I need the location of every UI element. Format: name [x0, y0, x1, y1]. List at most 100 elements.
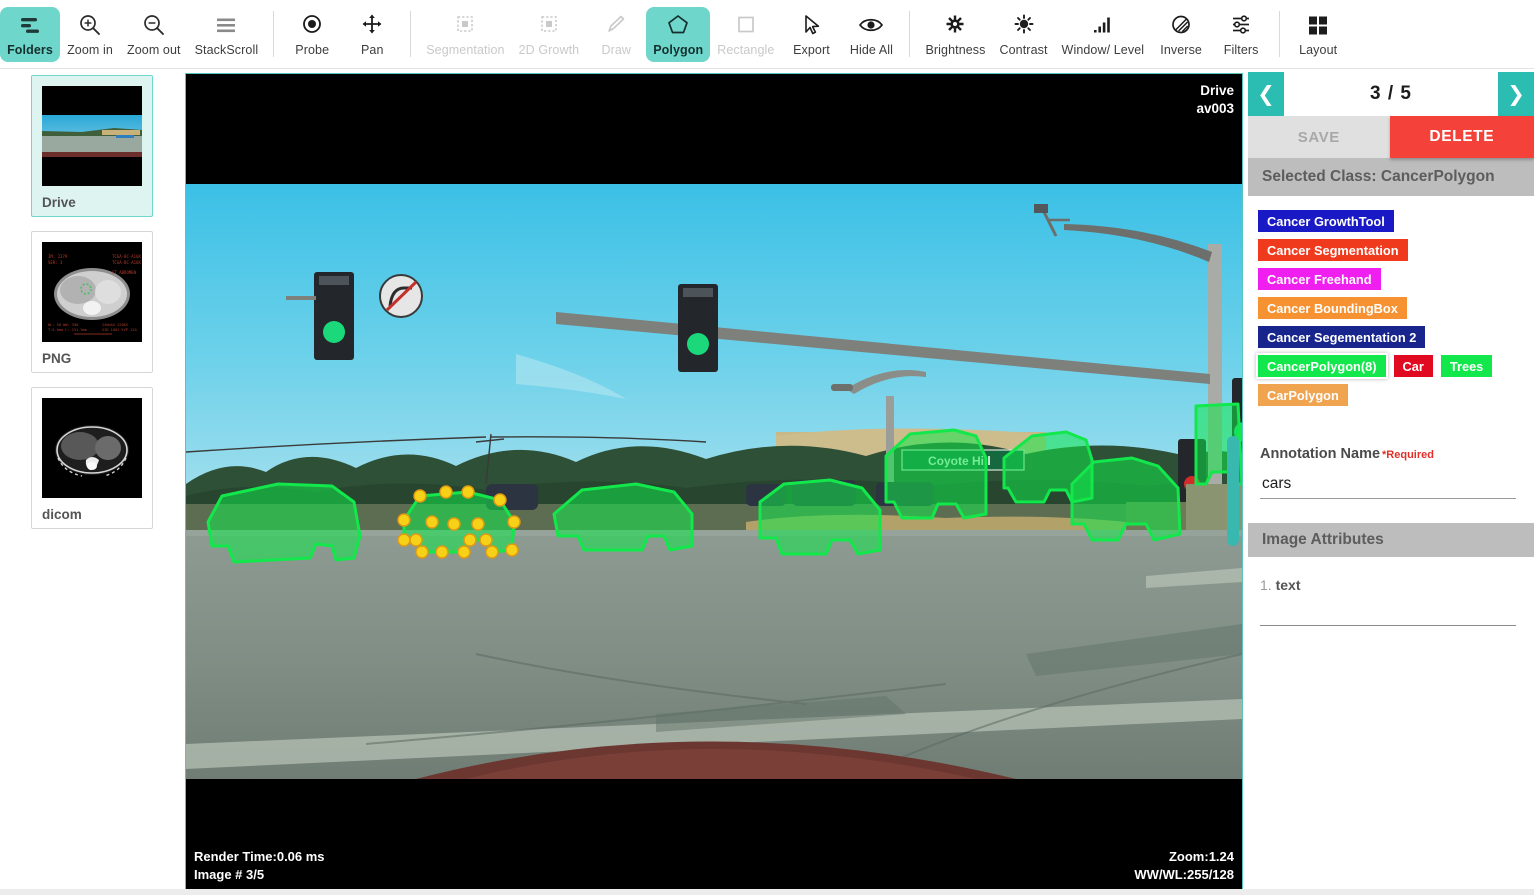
toolbar-separator	[1279, 11, 1281, 57]
layout-grid-icon	[1304, 12, 1332, 38]
stack-scroll-icon	[213, 12, 239, 38]
growth-2d-icon	[536, 12, 562, 38]
toolbar-separator	[410, 11, 412, 57]
svg-text:TCGA-BC-A10X: TCGA-BC-A10X	[112, 260, 141, 265]
folder-label: Drive	[42, 195, 76, 210]
tool-hide-all[interactable]: Hide All	[841, 7, 901, 62]
tool-probe[interactable]: Probe	[282, 7, 342, 62]
tool-brightness[interactable]: Brightness	[918, 7, 992, 62]
contrast-icon	[1011, 12, 1037, 38]
toolbar-group-annotate: Segmentation 2D Growth Draw Polygon Rect…	[419, 0, 901, 69]
tool-rectangle[interactable]: Rectangle	[710, 7, 781, 62]
filters-sliders-icon	[1228, 12, 1254, 38]
tool-label: 2D Growth	[518, 42, 580, 57]
class-chip-cancerpolygon[interactable]: CancerPolygon(8)	[1256, 353, 1388, 379]
window-level-icon	[1089, 12, 1117, 38]
delete-button[interactable]: DELETE	[1389, 116, 1534, 158]
class-chip-car[interactable]: Car	[1393, 355, 1433, 377]
window-level-text: WW/WL:255/128	[1134, 867, 1234, 882]
svg-text:CT ABDOMEN: CT ABDOMEN	[112, 270, 137, 275]
toolbar-group-layout: Layout	[1288, 0, 1348, 69]
svg-text:WL: 50 WW: 350: WL: 50 WW: 350	[48, 323, 78, 327]
tool-folders[interactable]: Folders	[0, 6, 60, 62]
tool-stackscroll[interactable]: StackScroll	[188, 7, 266, 62]
tool-label: Inverse	[1160, 42, 1202, 57]
class-chip-trees[interactable]: Trees	[1440, 355, 1493, 377]
class-chip-row: Cancer Segmentation	[1258, 239, 1524, 261]
viewport-overlay-label: Drive av003	[1196, 82, 1234, 118]
zoom-level-text: Zoom:1.24	[1168, 849, 1234, 864]
tool-2d-growth[interactable]: 2D Growth	[512, 7, 587, 62]
class-chip-row: Cancer Freehand	[1258, 268, 1524, 290]
tool-export[interactable]: Export	[781, 7, 841, 62]
tool-label: Probe	[295, 42, 330, 57]
class-chip-row: CarPolygon	[1258, 384, 1524, 406]
folder-card-dicom[interactable]: dicom	[31, 387, 153, 529]
toolbar-group-image: Brightness Contrast Window/ Level Invers…	[918, 0, 1271, 69]
class-chip-cancer-freehand[interactable]: Cancer Freehand	[1258, 268, 1381, 290]
svg-text:T:5.0mm L:-151.5mm: T:5.0mm L:-151.5mm	[48, 328, 87, 332]
folders-icon	[17, 12, 43, 38]
render-time-text: Render Time:0.06 ms	[194, 849, 325, 864]
tool-filters[interactable]: Filters	[1211, 7, 1271, 62]
tool-zoom-out[interactable]: Zoom out	[120, 7, 188, 62]
required-marker: *Required	[1382, 449, 1434, 461]
next-image-button[interactable]: ❯	[1498, 72, 1534, 116]
segmentation-icon	[452, 12, 478, 38]
tool-label: Brightness	[925, 42, 986, 57]
folder-thumbnail-png: IM: 2379 TCGA-BC-A10X SER: 3 TCGA-BC-A10X …	[42, 242, 142, 342]
class-chip-cancer-boundingbox[interactable]: Cancer BoundingBox	[1258, 297, 1407, 319]
image-attributes-header: Image Attributes	[1248, 523, 1534, 557]
image-counter: 3 / 5	[1284, 72, 1498, 116]
annotation-name-input[interactable]	[1260, 469, 1516, 499]
image-viewport[interactable]: Coyote Hill	[185, 73, 1243, 891]
tool-label: Filters	[1223, 42, 1259, 57]
tool-label: Pan	[360, 42, 384, 57]
tool-label: Layout	[1299, 42, 1338, 57]
annotation-name-section: Annotation Name *Required	[1248, 417, 1534, 499]
viewport-overlay-title: Drive	[1200, 83, 1234, 98]
class-chip-list: Cancer GrowthTool Cancer Segmentation Ca…	[1248, 196, 1534, 417]
image-number-text: Image # 3/5	[194, 867, 265, 882]
class-chip-carpolygon[interactable]: CarPolygon	[1258, 384, 1348, 406]
tool-label: Polygon	[653, 42, 704, 57]
save-button[interactable]: SAVE	[1248, 116, 1390, 158]
tool-label: Zoom in	[67, 42, 113, 57]
class-chip-row: CancerPolygon(8) Car Trees	[1256, 353, 1524, 379]
folder-label: PNG	[42, 351, 72, 366]
prev-image-button[interactable]: ❮	[1248, 72, 1284, 116]
rectangle-icon	[733, 12, 759, 38]
polygon-icon	[665, 12, 691, 38]
tool-label: Hide All	[849, 42, 894, 57]
tool-layout[interactable]: Layout	[1288, 7, 1348, 62]
viewport-scrollbar-thumb[interactable]	[1227, 436, 1239, 546]
tool-zoom-in[interactable]: Zoom in	[60, 7, 120, 62]
tool-label: Zoom out	[127, 42, 181, 57]
tool-contrast[interactable]: Contrast	[993, 7, 1055, 62]
tool-segmentation[interactable]: Segmentation	[419, 7, 511, 62]
main-toolbar: Folders Zoom in Zoom out StackScroll Pro…	[0, 0, 1534, 69]
class-chip-cancer-growthtool[interactable]: Cancer GrowthTool	[1258, 210, 1394, 232]
svg-text:240mAS 120KV: 240mAS 120KV	[102, 323, 129, 327]
class-chip-cancer-segmentation[interactable]: Cancer Segmentation	[1258, 239, 1408, 261]
tool-pan[interactable]: Pan	[342, 7, 402, 62]
viewport-overlay-subtitle: av003	[1196, 101, 1234, 116]
action-buttons: SAVE DELETE	[1248, 116, 1534, 158]
annotation-app: Folders Zoom in Zoom out StackScroll Pro…	[0, 0, 1534, 895]
folder-card-png[interactable]: IM: 2379 TCGA-BC-A10X SER: 3 TCGA-BC-A10X …	[31, 231, 153, 373]
class-chip-cancer-segementation-2[interactable]: Cancer Segementation 2	[1258, 326, 1426, 348]
cursor-arrow-icon	[798, 12, 824, 38]
tool-window-level[interactable]: Window/ Level	[1055, 7, 1152, 62]
folder-card-drive[interactable]: Drive	[31, 75, 153, 217]
annotation-name-label-row: Annotation Name *Required	[1260, 445, 1522, 463]
tool-label: Contrast	[999, 42, 1048, 57]
toolbar-group-view: Folders Zoom in Zoom out StackScroll	[0, 0, 265, 69]
tool-draw[interactable]: Draw	[586, 7, 646, 62]
tool-label: Draw	[601, 42, 632, 57]
tool-label: Rectangle	[717, 42, 775, 57]
annotated-driving-image: Coyote Hill	[186, 184, 1242, 779]
attribute-item[interactable]: 1. text	[1260, 577, 1522, 593]
tool-polygon[interactable]: Polygon	[646, 6, 711, 62]
tool-inverse[interactable]: Inverse	[1151, 7, 1211, 62]
annotation-name-label: Annotation Name	[1260, 446, 1381, 462]
